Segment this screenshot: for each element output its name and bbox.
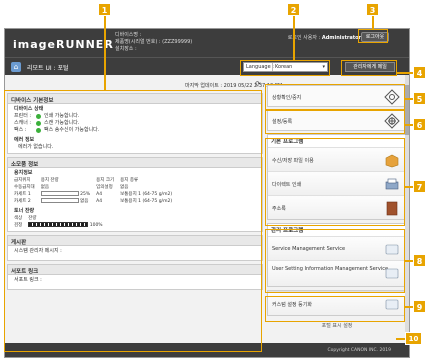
portal-home-icon[interactable]: ⌂ bbox=[11, 62, 21, 72]
location-label: 설치장소 : bbox=[115, 46, 137, 52]
callout-number: 4 bbox=[413, 66, 426, 79]
callout-highlight-7 bbox=[265, 138, 405, 226]
callout-number: 7 bbox=[413, 180, 426, 193]
login-user-name: Administrator bbox=[321, 35, 361, 41]
scrollbar[interactable] bbox=[405, 75, 409, 343]
callout-highlight-5 bbox=[265, 84, 405, 110]
callout-highlight-8 bbox=[265, 229, 405, 293]
callout-highlight-6 bbox=[265, 110, 405, 134]
callout-highlight-2 bbox=[240, 60, 330, 76]
callout-number: 2 bbox=[287, 3, 300, 16]
scrollbar-thumb[interactable] bbox=[405, 85, 409, 135]
callout-number: 5 bbox=[413, 92, 426, 105]
breadcrumb: 리모트 UI : 포털 bbox=[27, 65, 69, 72]
callout-number: 8 bbox=[413, 254, 426, 267]
product-name-label: 제품명(시리얼 번호) : (ZZZ99999) bbox=[115, 39, 193, 45]
callout-highlight-9 bbox=[265, 296, 405, 322]
callout-number: 10 bbox=[405, 332, 422, 345]
device-info: 디바이스명 : 제품명(시리얼 번호) : (ZZZ99999) 설치장소 : bbox=[115, 32, 192, 53]
top-header: imageRUNNER 디바이스명 : 제품명(시리얼 번호) : (ZZZ99… bbox=[5, 29, 409, 57]
screenshot-root: imageRUNNER 디바이스명 : 제품명(시리얼 번호) : (ZZZ99… bbox=[0, 0, 436, 361]
callout-number: 9 bbox=[413, 300, 426, 313]
callout-number: 3 bbox=[366, 3, 379, 16]
refresh-icon[interactable]: ⟳ bbox=[255, 80, 261, 88]
callout-highlight-1 bbox=[4, 90, 262, 352]
product-logo: imageRUNNER bbox=[13, 38, 114, 51]
callout-number: 1 bbox=[98, 3, 111, 16]
device-name-label: 디바이스명 : bbox=[115, 32, 142, 38]
login-user-info: 로그인 사용자 : Administrator bbox=[288, 34, 361, 41]
callout-highlight-4 bbox=[341, 60, 397, 76]
copyright: Copyright CANON INC. 2019 bbox=[327, 348, 392, 353]
callout-highlight-3 bbox=[358, 29, 388, 43]
callout-number: 6 bbox=[413, 118, 426, 131]
